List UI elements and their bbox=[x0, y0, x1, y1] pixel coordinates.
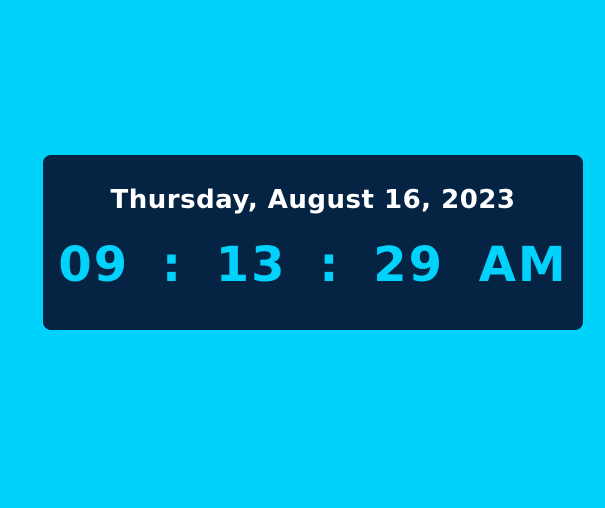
clock-ampm: AM bbox=[478, 237, 568, 293]
clock-hours: 09 bbox=[58, 237, 130, 293]
clock-separator: : bbox=[161, 237, 184, 293]
clock-time: 09 : 13 : 29 AM bbox=[43, 241, 583, 289]
clock-seconds: 29 bbox=[373, 237, 445, 293]
clock-minutes: 13 bbox=[215, 237, 287, 293]
clock-separator: : bbox=[319, 237, 341, 293]
clock-date: Thursday, August 16, 2023 bbox=[110, 185, 516, 215]
digital-clock-card: Thursday, August 16, 2023 09 : 13 : 29 A… bbox=[43, 155, 583, 330]
page-background: Thursday, August 16, 2023 09 : 13 : 29 A… bbox=[0, 0, 605, 508]
